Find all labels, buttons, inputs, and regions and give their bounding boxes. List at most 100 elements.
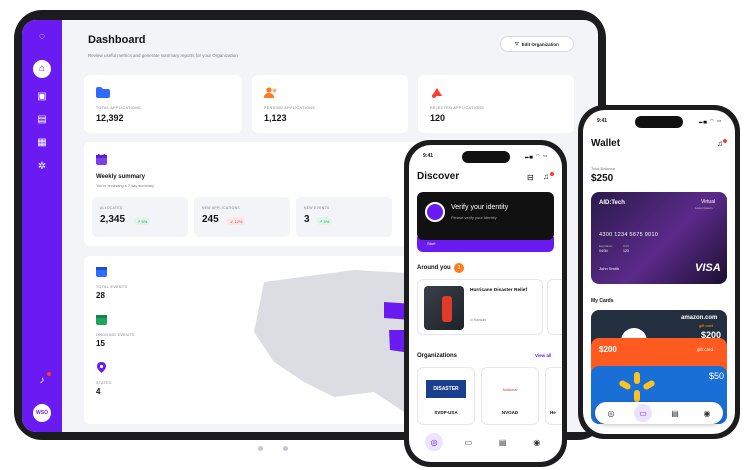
org-logo: National (502, 386, 518, 392)
view-all-link[interactable]: View all (535, 353, 551, 358)
balance-label: Total Balance (591, 166, 616, 171)
gift-card-sub: gift card (699, 323, 714, 328)
pagination-dot[interactable] (283, 446, 288, 451)
summary-label: ALLOCATED (100, 206, 123, 210)
sidebar: ◌ ⌂ ▣ ▤ ▦ ✲ ♪ WSO (22, 20, 62, 432)
card-holder: John Smith (599, 266, 620, 271)
wallet-title: Wallet (591, 138, 621, 149)
status-icons: ▂▄ ◠ ▭ (699, 118, 723, 123)
bell-icon[interactable]: ♫ (543, 172, 549, 181)
dynamic-island (462, 151, 510, 163)
applications-icon[interactable]: ▣ (35, 90, 49, 104)
events-label: STATES (96, 381, 112, 385)
edit-organization-button[interactable]: ▽ Edit Organization (500, 36, 574, 52)
avatar[interactable]: WSO (33, 404, 51, 422)
location-pin-icon (97, 362, 106, 373)
gift-card-amount: $50 (709, 371, 725, 381)
filter-icon: ▽ (515, 41, 519, 46)
notification-dot (723, 139, 727, 143)
documents-tab-icon[interactable]: ▤ (494, 433, 512, 451)
wallet-phone: 9:41 ▂▄ ◠ ▭ Wallet ♫ Total Balance $250 … (578, 105, 740, 439)
card-network: VISA (695, 262, 721, 274)
documents-tab-icon[interactable]: ▤ (666, 404, 684, 422)
verify-subtitle: Please verify your identity (451, 215, 497, 220)
org-name: He (550, 410, 556, 415)
tab-bar: ◎ ▭ ▤ ◉ (595, 402, 723, 424)
card-number: 4300 1234 5675 9010 (599, 232, 659, 238)
settings-icon[interactable]: ✲ (35, 160, 49, 174)
weekly-summary-title: Weekly summary (96, 174, 145, 180)
events-value: 4 (96, 387, 101, 396)
calendar-check-icon (96, 315, 107, 325)
event-title: Hurricane Disaster Relief (470, 288, 528, 293)
card-issuer: AID:Tech (599, 200, 625, 206)
stat-label: PENDING APPLICATIONS (264, 106, 316, 110)
status-icons: ▂▄ ◠ ▭ (525, 153, 549, 158)
pagination-dot[interactable] (258, 446, 263, 451)
events-label: ONGOING EVENTS (96, 333, 135, 337)
stat-card-total[interactable]: TOTAL APPLICATIONS 12,392 (84, 75, 242, 133)
stat-card-rejected[interactable]: REJECTED APPLICATIONS 120 (418, 75, 574, 133)
card-cvv: 123 (623, 249, 629, 253)
events-label: TOTAL EVENTS (96, 285, 128, 289)
page-subtitle: Review useful metrics and generate summa… (88, 53, 238, 58)
documents-icon[interactable]: ▦ (35, 136, 49, 150)
summary-label: NEW EVENTS (304, 206, 330, 210)
spark-logo-icon (619, 372, 655, 402)
org-card[interactable]: National NVOAD (481, 367, 539, 425)
discover-screen: 9:41 ▂▄ ◠ ▭ Discover ⊟ ♫ Start Verify yo… (409, 145, 562, 462)
org-name: NVOAD (501, 410, 519, 415)
event-card[interactable]: Hurricane Disaster Relief ⊙ Kansas (417, 279, 543, 335)
discover-tab-icon[interactable]: ◎ (602, 404, 620, 422)
event-image (424, 286, 464, 330)
stat-label: REJECTED APPLICATIONS (430, 106, 485, 110)
wallet-screen: 9:41 ▂▄ ◠ ▭ Wallet ♫ Total Balance $250 … (583, 110, 735, 434)
org-name: SVDP-USA (434, 410, 458, 415)
summary-allocated: ALLOCATED 2,345 ↗ 5% (92, 197, 188, 237)
wallet-tab-icon[interactable]: ▭ (459, 433, 477, 451)
org-card[interactable]: He (545, 367, 562, 425)
dynamic-island (635, 116, 683, 128)
logo-icon[interactable]: ◌ (35, 30, 49, 44)
balance-value: $250 (591, 173, 614, 184)
trend-badge: ↙ 12% (227, 217, 246, 225)
around-count-badge: 3 (454, 263, 464, 273)
verify-title: Verify your identity (451, 204, 509, 211)
gift-card-brand: amazon.com (681, 315, 718, 321)
organizations-title: Organizations (417, 353, 458, 359)
notification-dot (47, 372, 51, 376)
wallet-icon[interactable]: ▤ (35, 113, 49, 127)
discover-tab-icon[interactable]: ◎ (425, 433, 444, 451)
stat-card-pending[interactable]: PENDING APPLICATIONS 1,123 (252, 75, 408, 133)
summary-value: 245 (202, 214, 219, 225)
verify-start-label: Start (427, 241, 436, 246)
my-cards-title: My Cards (591, 298, 614, 304)
discover-title: Discover (417, 171, 460, 182)
gift-card-amount: $200 (599, 345, 617, 354)
virtual-card[interactable]: AID:Tech Virtual Lorem Ipsum 4300 1234 5… (591, 192, 727, 284)
summary-value: 3 (304, 214, 310, 225)
bell-icon[interactable]: ♪ (35, 374, 49, 388)
stat-value: 120 (430, 113, 446, 123)
home-icon[interactable]: ⌂ (33, 60, 51, 78)
card-type-sub: Lorem Ipsum (695, 206, 713, 210)
calendar-icon (96, 154, 107, 165)
events-value: 15 (96, 339, 105, 348)
calendar-icon (96, 267, 107, 277)
wallet-tab-icon[interactable]: ▭ (634, 404, 652, 422)
verify-identity-card[interactable]: Verify your identity Please verify your … (417, 192, 554, 240)
page-title: Dashboard (88, 34, 146, 46)
event-location: ⊙ Kansas (470, 318, 487, 322)
summary-value: 2,345 (100, 214, 126, 225)
card-expiration: 04/34 (599, 249, 608, 253)
fingerprint-tab-icon[interactable]: ◉ (528, 433, 546, 451)
summary-label: NEW APPLICATIONS (202, 206, 240, 210)
fingerprint-tab-icon[interactable]: ◉ (698, 404, 716, 422)
gift-card-sub: gift card (697, 347, 714, 352)
scan-icon[interactable]: ⊟ (527, 173, 534, 182)
status-time: 9:41 (597, 118, 608, 124)
org-card[interactable]: DISASTER SVDP-USA (417, 367, 475, 425)
rejected-icon (432, 88, 442, 98)
event-card-partial[interactable] (547, 279, 562, 335)
summary-new-applications: NEW APPLICATIONS 245 ↙ 12% (194, 197, 290, 237)
